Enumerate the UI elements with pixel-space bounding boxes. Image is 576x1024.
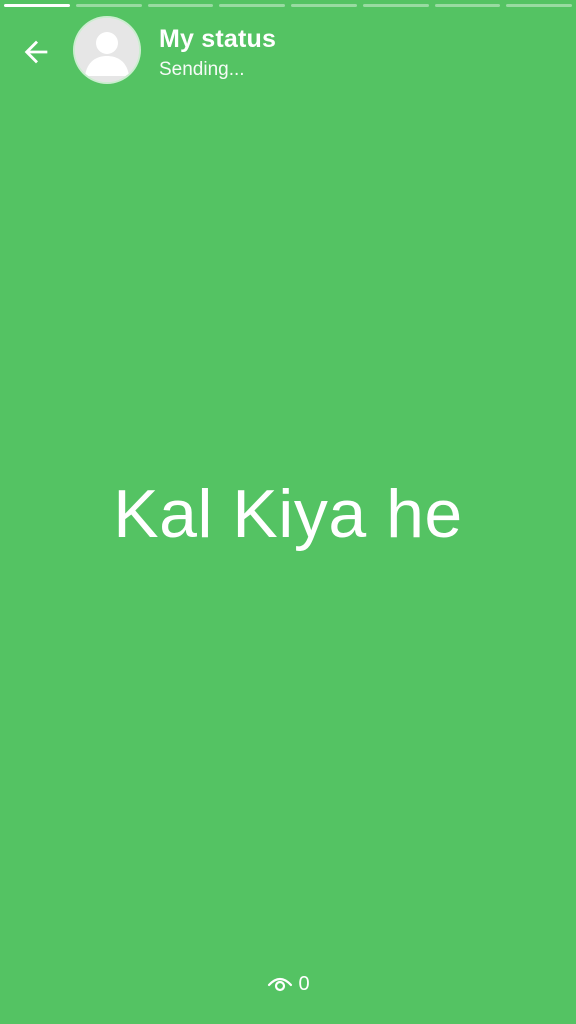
status-header-info: My status Sending... (159, 24, 276, 82)
progress-segment (506, 4, 572, 7)
progress-segment (291, 4, 357, 7)
progress-segment-fill (4, 4, 70, 7)
status-owner-title: My status (159, 25, 277, 53)
views-count: 0 (298, 973, 310, 995)
progress-segment (75, 4, 142, 7)
progress-segment (219, 4, 285, 7)
status-message-text: Kal Kiya he (113, 476, 463, 552)
views-button[interactable]: 0 (0, 970, 576, 998)
back-button[interactable] (16, 32, 56, 72)
progress-segment (4, 4, 70, 7)
progress-segment (362, 4, 429, 7)
status-viewer: My status Sending... Kal Kiya he 0 (0, 0, 576, 1024)
status-sending-label: Sending... (159, 59, 245, 80)
avatar[interactable] (75, 18, 139, 82)
eye-icon (268, 977, 293, 992)
progress-segment (147, 4, 214, 7)
status-progress-bar (4, 4, 572, 7)
progress-segment (434, 4, 501, 7)
default-avatar-icon (75, 18, 139, 82)
arrow-left-icon (24, 40, 48, 64)
